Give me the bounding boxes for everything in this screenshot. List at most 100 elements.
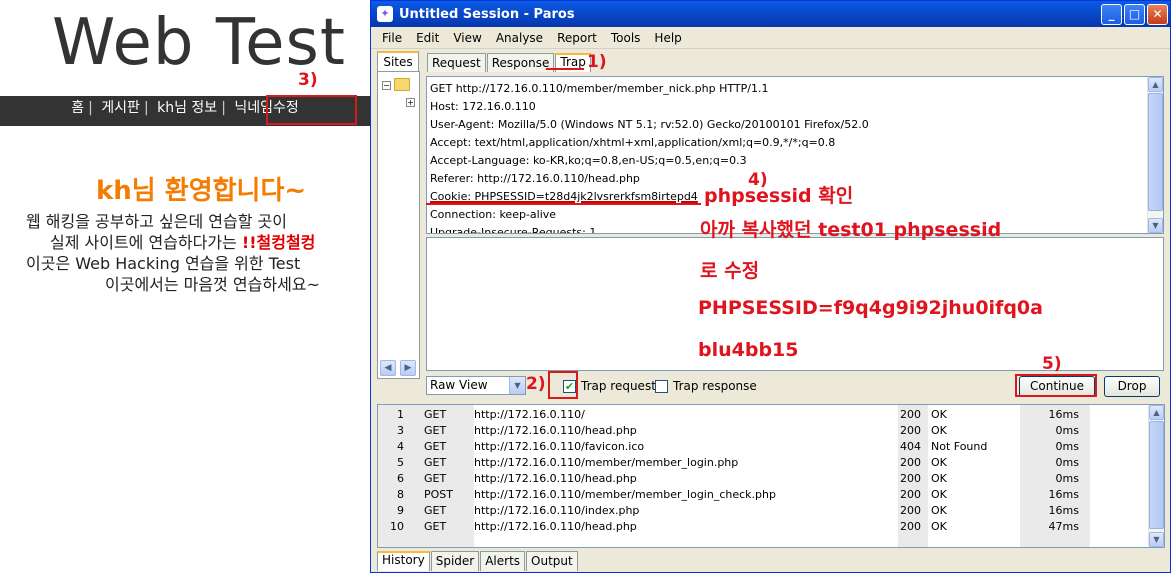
drop-button[interactable]: Drop bbox=[1104, 376, 1160, 397]
menu-bar: File Edit View Analyse Report Tools Help bbox=[371, 27, 1170, 49]
annotation-step3: 3) bbox=[298, 70, 318, 90]
history-cell-reason: OK bbox=[931, 456, 947, 469]
view-mode-select[interactable]: Raw View ▼ bbox=[426, 376, 526, 395]
sites-tree-panel: − + ◀ ▶ bbox=[377, 71, 420, 379]
menu-tools[interactable]: Tools bbox=[604, 31, 648, 45]
history-row[interactable]: 8 POST http://172.16.0.110/member/member_l… bbox=[378, 487, 1148, 503]
minimize-button[interactable]: _ bbox=[1101, 3, 1122, 25]
menu-analyse[interactable]: Analyse bbox=[489, 31, 550, 45]
history-cell-method: GET bbox=[424, 472, 447, 485]
annotation-note-line: 아까 복사했던 test01 phpsessid bbox=[700, 219, 1002, 241]
nav-user-info-link[interactable]: kh님 정보 bbox=[153, 100, 221, 116]
scroll-up-icon[interactable]: ▲ bbox=[1149, 405, 1164, 420]
intro-line: 이곳에서는 마음껏 연습하세요~ bbox=[105, 275, 320, 294]
history-cell-code: 200 bbox=[900, 504, 921, 517]
history-cell-url: http://172.16.0.110/member/member_login.… bbox=[474, 456, 739, 469]
header-line: Accept-Language: ko-KR,ko;q=0.8,en-US;q=… bbox=[430, 154, 747, 167]
history-cell-reason: OK bbox=[931, 408, 947, 421]
header-scrollbar[interactable]: ▲ ▼ bbox=[1147, 77, 1163, 233]
history-row[interactable]: 3 GET http://172.16.0.110/head.php 200 OK 0ms bbox=[378, 423, 1148, 439]
history-cell-time: 0ms bbox=[1055, 424, 1079, 437]
welcome-message: kh님 환영합니다~ bbox=[96, 176, 307, 206]
annotation-note-line: PHPSESSID=f9q4g9i92jhu0ifq0a bbox=[698, 297, 1043, 319]
scroll-right-icon[interactable]: ▶ bbox=[400, 360, 416, 376]
scroll-thumb[interactable] bbox=[1149, 421, 1164, 529]
tab-history[interactable]: History bbox=[377, 551, 430, 571]
history-row[interactable]: 6 GET http://172.16.0.110/head.php 200 OK 0ms bbox=[378, 471, 1148, 487]
scroll-left-icon[interactable]: ◀ bbox=[380, 360, 396, 376]
header-line: Accept: text/html,application/xhtml+xml,… bbox=[430, 136, 836, 149]
tab-request[interactable]: Request bbox=[427, 53, 486, 72]
history-cell-id: 9 bbox=[397, 504, 404, 517]
history-cell-reason: OK bbox=[931, 424, 947, 437]
history-cell-time: 16ms bbox=[1048, 488, 1079, 501]
trap-response-option[interactable]: Trap response bbox=[655, 379, 757, 393]
tab-sites[interactable]: Sites bbox=[377, 51, 419, 71]
history-cell-id: 10 bbox=[390, 520, 404, 533]
nav-separator: | bbox=[88, 100, 93, 116]
chevron-down-icon[interactable]: ▼ bbox=[509, 377, 525, 394]
trap-response-checkbox[interactable] bbox=[655, 379, 668, 393]
menu-view[interactable]: View bbox=[446, 31, 488, 45]
history-row[interactable]: 4 GET http://172.16.0.110/favicon.ico 404 No… bbox=[378, 439, 1148, 455]
menu-file[interactable]: File bbox=[375, 31, 409, 45]
scroll-thumb[interactable] bbox=[1148, 93, 1163, 211]
annotation-step1: 1) bbox=[587, 52, 607, 72]
history-cell-reason: OK bbox=[931, 504, 947, 517]
site-title: Web Test S bbox=[52, 6, 409, 80]
nav-home-link[interactable]: 홈 bbox=[67, 100, 88, 116]
collapse-icon[interactable]: − bbox=[382, 81, 391, 90]
history-cell-time: 47ms bbox=[1048, 520, 1079, 533]
nav-separator: | bbox=[221, 100, 226, 116]
history-cell-method: GET bbox=[424, 520, 447, 533]
maximize-button[interactable]: □ bbox=[1124, 3, 1145, 25]
history-cell-code: 404 bbox=[900, 440, 921, 453]
tree-root-node[interactable]: − bbox=[382, 78, 416, 92]
annotation-underline-cookie bbox=[426, 203, 701, 205]
tab-alerts[interactable]: Alerts bbox=[480, 551, 526, 571]
history-cell-code: 200 bbox=[900, 488, 921, 501]
history-cell-method: POST bbox=[424, 488, 453, 501]
annotation-underline-trap bbox=[546, 68, 584, 70]
history-cell-code: 200 bbox=[900, 408, 921, 421]
history-cell-code: 200 bbox=[900, 456, 921, 469]
nav-board-link[interactable]: 게시판 bbox=[97, 100, 144, 116]
scroll-up-icon[interactable]: ▲ bbox=[1148, 77, 1163, 92]
menu-help[interactable]: Help bbox=[647, 31, 688, 45]
history-row[interactable]: 5 GET http://172.16.0.110/member/member_lo… bbox=[378, 455, 1148, 471]
expand-icon[interactable]: + bbox=[406, 98, 415, 107]
header-line: Host: 172.16.0.110 bbox=[430, 100, 536, 113]
tab-response[interactable]: Response bbox=[486, 53, 555, 72]
history-row[interactable]: 9 GET http://172.16.0.110/index.php 200 OK 16… bbox=[378, 503, 1148, 519]
history-cell-code: 200 bbox=[900, 472, 921, 485]
history-cell-id: 6 bbox=[397, 472, 404, 485]
history-cell-method: GET bbox=[424, 424, 447, 437]
scroll-down-icon[interactable]: ▼ bbox=[1149, 532, 1164, 547]
window-title: Untitled Session - Paros bbox=[399, 6, 575, 22]
history-scrollbar[interactable]: ▲ ▼ bbox=[1148, 405, 1164, 547]
tab-output[interactable]: Output bbox=[526, 551, 578, 571]
history-cell-reason: OK bbox=[931, 520, 947, 533]
window-titlebar[interactable]: ✦ Untitled Session - Paros _ □ ✕ bbox=[371, 1, 1170, 27]
history-cell-time: 16ms bbox=[1048, 504, 1079, 517]
scroll-down-icon[interactable]: ▼ bbox=[1148, 218, 1163, 233]
annotation-step2: 2) bbox=[526, 374, 546, 394]
tab-spider[interactable]: Spider bbox=[430, 551, 480, 571]
history-cell-time: 16ms bbox=[1048, 408, 1079, 421]
menu-edit[interactable]: Edit bbox=[409, 31, 446, 45]
annotation-box-nickname bbox=[266, 95, 357, 125]
history-cell-url: http://172.16.0.110/head.php bbox=[474, 472, 637, 485]
history-cell-reason: Not Found bbox=[931, 440, 988, 453]
history-list: 1 GET http://172.16.0.110/200 OK 16ms 3 GET htt… bbox=[377, 404, 1165, 548]
history-cell-id: 1 bbox=[397, 408, 404, 421]
history-cell-method: GET bbox=[424, 456, 447, 469]
history-cell-url: http://172.16.0.110/ bbox=[474, 408, 585, 421]
history-cell-id: 5 bbox=[397, 456, 404, 469]
history-row[interactable]: 10 GET http://172.16.0.110/head.php 200 OK 47… bbox=[378, 519, 1148, 535]
menu-report[interactable]: Report bbox=[550, 31, 604, 45]
history-row[interactable]: 1 GET http://172.16.0.110/200 OK 16ms bbox=[378, 407, 1148, 423]
paros-window: ✦ Untitled Session - Paros _ □ ✕ File Ed… bbox=[370, 0, 1171, 573]
close-button[interactable]: ✕ bbox=[1147, 3, 1168, 25]
trap-header-textarea[interactable]: GET http://172.16.0.110/member/member_ni… bbox=[426, 76, 1164, 234]
history-cell-id: 8 bbox=[397, 488, 404, 501]
